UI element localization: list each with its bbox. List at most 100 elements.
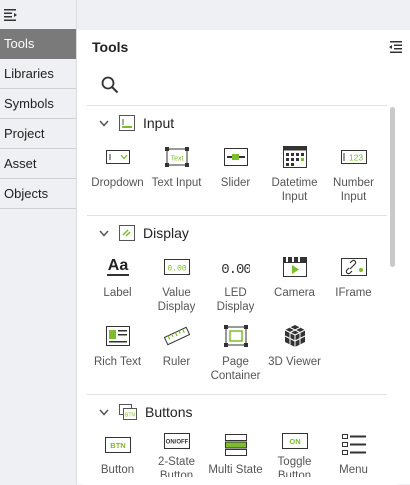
led-display-icon-text: 0.00 xyxy=(222,262,250,276)
collapse-menu-icon xyxy=(4,8,17,21)
sidebar-item-objects[interactable]: Objects xyxy=(0,179,76,209)
tool-iframe[interactable]: IFrame xyxy=(324,250,383,319)
tool-label: IFrame xyxy=(335,287,372,299)
tool-label: Menu xyxy=(339,464,368,476)
sidebar-item-project[interactable]: Project xyxy=(0,119,76,149)
label-icon: Aa xyxy=(104,254,132,280)
value-display-icon: 0.00 xyxy=(163,254,191,280)
two-state-button-icon: ON/OFF xyxy=(163,433,191,449)
page-container-icon xyxy=(222,323,250,349)
3d-viewer-icon xyxy=(281,323,309,349)
tool-label: Text Input xyxy=(151,177,202,189)
tool-label: Ruler xyxy=(162,356,191,368)
tool-two-state-button[interactable]: ON/OFF 2-State Button xyxy=(147,429,206,477)
tool-rich-text[interactable]: Rich Text xyxy=(88,319,147,388)
sidebar-item-symbols[interactable]: Symbols xyxy=(0,89,76,119)
chevron-down-icon xyxy=(99,230,109,237)
label-icon-text: Aa xyxy=(107,257,128,274)
tools-panel: Tools Input Dropdown Text Text Input Sli… xyxy=(77,30,410,485)
tool-menu[interactable]: Menu xyxy=(324,429,383,477)
text-input-icon: Text xyxy=(163,144,191,170)
tool-label: Page Container xyxy=(210,356,261,382)
led-display-icon: 0.00 xyxy=(222,254,250,280)
tool-label-widget[interactable]: Aa Label xyxy=(88,250,147,319)
section-input-header[interactable]: Input xyxy=(87,106,387,140)
tool-text-input[interactable]: Text Text Input xyxy=(147,140,206,209)
sidebar-item-tools[interactable]: Tools xyxy=(0,29,76,59)
text-input-icon-text: Text xyxy=(170,156,183,163)
datetime-input-icon xyxy=(281,144,309,170)
dropdown-icon xyxy=(104,144,132,170)
menu-icon xyxy=(340,433,368,457)
input-tiles: Dropdown Text Text Input Slider Datetime… xyxy=(87,140,387,215)
tool-value-display[interactable]: 0.00 Value Display xyxy=(147,250,206,319)
button-icon: BTN xyxy=(104,433,132,457)
section-buttons-header[interactable]: BTN Buttons xyxy=(87,395,387,429)
tool-label: Value Display xyxy=(157,287,196,313)
collapse-menu-button[interactable] xyxy=(0,0,76,29)
tool-toggle-button[interactable]: ON Toggle Button xyxy=(265,429,324,477)
section-display-title: Display xyxy=(143,225,189,241)
tool-label: 3D Viewer xyxy=(268,356,321,368)
section-input-title: Input xyxy=(143,115,175,131)
tool-button[interactable]: BTN Button xyxy=(88,429,147,477)
tool-led-display[interactable]: 0.00 LED Display xyxy=(206,250,265,319)
section-display-header[interactable]: Display xyxy=(87,216,387,250)
ruler-icon xyxy=(163,323,191,349)
tool-label: Datetime Input xyxy=(271,177,318,203)
tool-label: Multi State Button xyxy=(208,464,263,476)
slider-icon xyxy=(222,144,250,170)
multi-state-button-icon xyxy=(222,433,250,457)
section-buttons: BTN Buttons BTN Button ON/OFF 2-State Bu… xyxy=(87,395,387,483)
tool-label: LED Display xyxy=(216,287,255,313)
panel-title: Tools xyxy=(92,38,129,55)
tool-label: Button xyxy=(100,464,135,476)
sidebar-item-asset[interactable]: Asset xyxy=(0,149,76,179)
rich-text-icon xyxy=(104,323,132,349)
panel-menu-icon[interactable] xyxy=(388,40,402,53)
tools-content: Input Dropdown Text Text Input Slider Da… xyxy=(83,65,397,485)
camera-icon xyxy=(281,254,309,280)
tool-label: Label xyxy=(103,287,132,299)
scrollbar[interactable] xyxy=(390,107,395,267)
input-section-icon xyxy=(119,115,135,131)
tool-multi-state-button[interactable]: Multi State Button xyxy=(206,429,265,477)
chevron-down-icon xyxy=(99,409,109,416)
search-icon[interactable] xyxy=(101,76,119,94)
section-input: Input Dropdown Text Text Input Slider Da… xyxy=(87,106,387,216)
tool-3d-viewer[interactable]: 3D Viewer xyxy=(265,319,324,388)
panel-header: Tools xyxy=(77,30,410,63)
tool-number-input[interactable]: 123 Number Input xyxy=(324,140,383,209)
tool-label: Dropdown xyxy=(91,177,144,189)
toggle-button-icon: ON xyxy=(281,433,309,449)
sidebar-item-libraries[interactable]: Libraries xyxy=(0,59,76,89)
tool-label: 2-State Button xyxy=(157,456,196,477)
chevron-down-icon xyxy=(99,120,109,127)
toggle-icon-text: ON xyxy=(289,437,300,446)
tool-datetime-input[interactable]: Datetime Input xyxy=(265,140,324,209)
left-sidebar: Tools Libraries Symbols Project Asset Ob… xyxy=(0,0,77,484)
section-buttons-title: Buttons xyxy=(145,404,193,420)
button-icon-text: BTN xyxy=(110,441,125,450)
tool-ruler[interactable]: Ruler xyxy=(147,319,206,388)
buttons-section-icon: BTN xyxy=(119,404,137,420)
display-tiles: Aa Label 0.00 Value Display 0.00 LED Dis… xyxy=(87,250,387,394)
tool-label: Toggle Button xyxy=(277,456,312,477)
buttons-tiles: BTN Button ON/OFF 2-State Button Multi S… xyxy=(87,429,387,483)
two-state-icon-text: ON/OFF xyxy=(165,440,188,446)
tool-dropdown[interactable]: Dropdown xyxy=(88,140,147,209)
search-bar[interactable] xyxy=(87,65,387,106)
buttons-section-icon-text: BTN xyxy=(125,413,135,419)
tool-page-container[interactable]: Page Container xyxy=(206,319,265,388)
tool-label: Number Input xyxy=(333,177,374,203)
value-display-icon-text: 0.00 xyxy=(167,265,186,274)
tool-label: Slider xyxy=(220,177,251,189)
tool-slider[interactable]: Slider xyxy=(206,140,265,209)
section-display: Display Aa Label 0.00 Value Display 0.00… xyxy=(87,216,387,395)
tool-label: Rich Text xyxy=(93,356,142,368)
sidebar-nav: Tools Libraries Symbols Project Asset Ob… xyxy=(0,29,76,209)
tool-camera[interactable]: Camera xyxy=(265,250,324,319)
iframe-icon xyxy=(340,254,368,280)
display-section-icon xyxy=(119,225,135,241)
number-input-icon-text: 123 xyxy=(348,153,362,163)
